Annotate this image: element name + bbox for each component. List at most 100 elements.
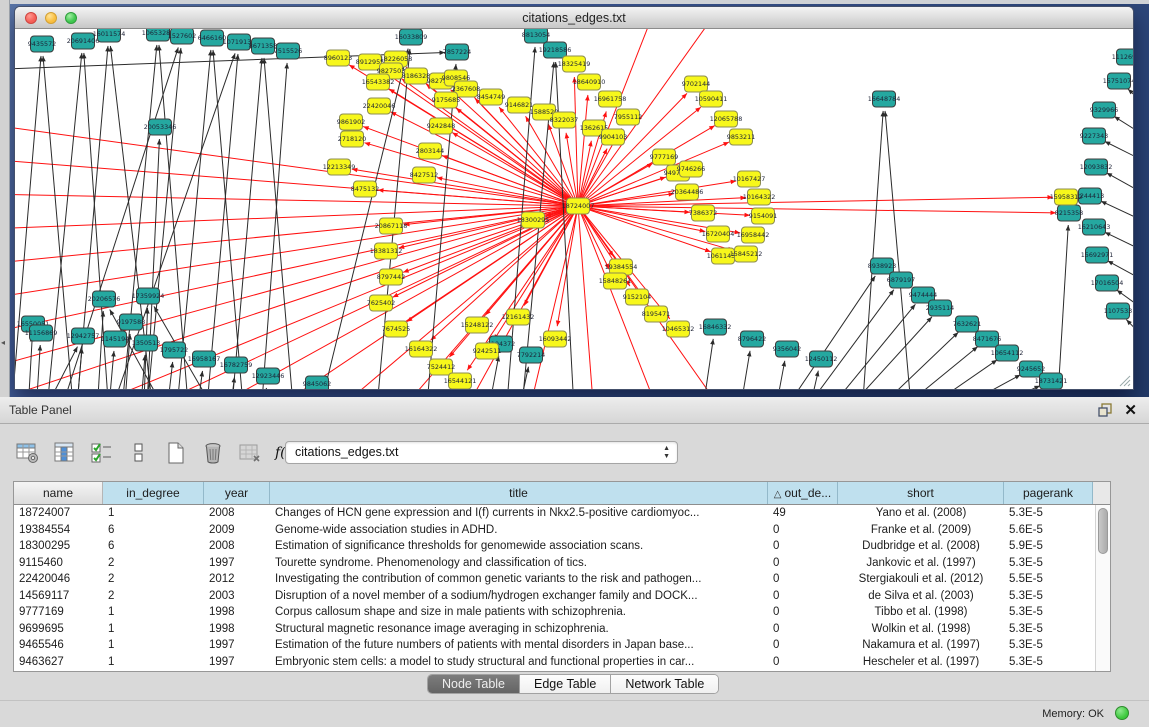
table-row[interactable]: 969969511998Structural magnetic resonanc… (14, 621, 1110, 638)
graph-node[interactable]: 12161432 (502, 309, 535, 325)
resize-grip[interactable] (1117, 373, 1131, 387)
graph-node[interactable]: 17359924 (132, 288, 165, 304)
graph-node[interactable]: 16164322 (405, 341, 438, 357)
graph-node[interactable]: 20053346 (144, 119, 177, 135)
graph-node[interactable]: 9853211 (727, 129, 755, 145)
delete-table-button[interactable] (236, 440, 264, 466)
column-header-pagerank[interactable]: pagerank (1004, 482, 1093, 504)
table-selector-dropdown[interactable]: citations_edges.txt ▲▼ (285, 441, 678, 464)
column-header-short[interactable]: short (838, 482, 1004, 504)
graph-node[interactable]: 9702144 (682, 76, 710, 92)
table-row[interactable]: 1872400712008Changes of HCN gene express… (14, 505, 1110, 522)
table-mode-button[interactable] (14, 440, 42, 466)
graph-node[interactable]: 16093442 (539, 331, 572, 347)
graph-node[interactable]: 9861902 (337, 114, 365, 130)
graph-node[interactable]: 8813054 (522, 29, 550, 43)
graph-node[interactable]: 2718120 (338, 131, 366, 147)
graph-node[interactable]: 8475132 (351, 181, 379, 197)
graph-node[interactable]: 22420046 (363, 98, 396, 114)
graph-node[interactable]: 8195471 (642, 306, 670, 322)
graph-node[interactable]: 9154091 (749, 208, 777, 224)
graph-node[interactable]: 20867118 (375, 218, 408, 234)
graph-node[interactable]: 7515526 (274, 43, 302, 59)
column-header-year[interactable]: year (204, 482, 270, 504)
graph-node[interactable]: 15692971 (1081, 247, 1114, 263)
graph-node[interactable]: 1795722 (160, 342, 188, 358)
close-window-button[interactable] (25, 12, 37, 24)
graph-node[interactable]: 16958442 (737, 227, 770, 243)
divider-collapse-arrow-icon[interactable]: ◂ (1, 338, 5, 347)
select-all-button[interactable] (88, 440, 116, 466)
graph-node[interactable]: 20206576 (88, 291, 121, 307)
graph-node[interactable]: 1107533 (1104, 303, 1132, 319)
float-panel-icon[interactable] (1097, 402, 1113, 418)
graph-node[interactable]: 18731421 (1035, 373, 1068, 389)
graph-node[interactable]: 16648784 (868, 91, 901, 107)
graph-node[interactable]: 12065788 (710, 111, 743, 127)
table-scrollbar-thumb[interactable] (1098, 508, 1108, 554)
graph-node[interactable]: 9197588 (117, 314, 145, 330)
graph-node[interactable]: 1145194 (101, 331, 129, 347)
graph-node[interactable]: 16033809 (395, 29, 428, 45)
graph-node[interactable]: 18325419 (558, 56, 591, 72)
close-panel-icon[interactable]: ✕ (1124, 401, 1137, 419)
graph-node[interactable]: 7792214 (517, 347, 545, 363)
graph-node[interactable]: 9242848 (427, 118, 455, 134)
graph-node[interactable]: 7386372 (689, 205, 717, 221)
graph-node[interactable]: 11126998 (1112, 49, 1133, 65)
delete-button[interactable] (199, 440, 227, 466)
zoom-window-button[interactable] (65, 12, 77, 24)
graph-node[interactable]: 16846332 (699, 319, 732, 335)
graph-node[interactable]: 16958167 (188, 351, 221, 367)
graph-node[interactable]: 9904103 (599, 129, 627, 145)
deselect-all-button[interactable] (125, 440, 153, 466)
graph-node[interactable]: 9227343 (1080, 128, 1108, 144)
graph-node[interactable]: 18640910 (573, 74, 606, 90)
graph-node[interactable]: 6879197 (887, 272, 915, 288)
tab-edge-table[interactable]: Edge Table (520, 675, 611, 693)
graph-node[interactable]: 8796422 (738, 331, 766, 347)
graph-node[interactable]: 10167427 (733, 171, 766, 187)
table-row[interactable]: 2242004622012Investigating the contribut… (14, 571, 1110, 588)
graph-node[interactable]: 16782759 (220, 357, 253, 373)
graph-node[interactable]: 7674525 (382, 321, 410, 337)
network-window[interactable]: citations_edges.txt 94355722069140616011… (14, 6, 1134, 390)
table-row[interactable]: 1830029562008Estimation of significance … (14, 538, 1110, 555)
graph-node[interactable]: 12923446 (252, 368, 285, 384)
graph-node[interactable]: 16011574 (93, 29, 126, 42)
graph-node[interactable]: 16543382 (362, 74, 395, 90)
table-row[interactable]: 1456911722003Disruption of a novel membe… (14, 588, 1110, 605)
table-scrollbar[interactable] (1095, 505, 1110, 671)
graph-node[interactable]: 2935114 (926, 300, 954, 316)
graph-node[interactable]: 7857224 (443, 44, 471, 60)
graph-node[interactable]: 15848261 (599, 273, 632, 289)
graph-node[interactable]: 15958312 (1050, 189, 1083, 205)
graph-node[interactable]: 12093832 (1080, 159, 1113, 175)
table-row[interactable]: 977716911998Corpus callosum shape and si… (14, 604, 1110, 621)
show-column-button[interactable] (51, 440, 79, 466)
graph-node[interactable]: 10654112 (991, 345, 1024, 361)
graph-node[interactable]: 8454749 (477, 89, 505, 105)
graph-node[interactable]: 10465312 (662, 321, 695, 337)
network-canvas[interactable]: 9435572206914061601157410653287152760264… (15, 29, 1133, 389)
graph-node[interactable]: 2803144 (416, 143, 444, 159)
column-header-out_de[interactable]: △out_de... (768, 482, 838, 504)
tab-network-table[interactable]: Network Table (611, 675, 718, 693)
graph-node[interactable]: 11156869 (25, 325, 58, 341)
table-row[interactable]: 946554611997Estimation of the future num… (14, 637, 1110, 654)
column-header-in_degree[interactable]: in_degree (103, 482, 204, 504)
graph-node[interactable]: 7625402 (367, 295, 395, 311)
column-header-title[interactable]: title (270, 482, 768, 504)
graph-node[interactable]: 18724007 (562, 198, 595, 214)
graph-node[interactable]: 10164322 (743, 189, 776, 205)
graph-node[interactable]: 16210643 (1078, 219, 1111, 235)
graph-node[interactable]: 12942757 (67, 328, 100, 344)
graph-node[interactable]: 9329966 (1090, 102, 1118, 118)
graph-node[interactable]: 9175685 (432, 92, 460, 108)
graph-node[interactable]: 15751074 (1103, 73, 1133, 89)
minimize-window-button[interactable] (45, 12, 57, 24)
graph-node[interactable]: 7632621 (953, 316, 981, 332)
graph-node[interactable]: 8960123 (324, 50, 352, 66)
graph-node[interactable]: 16720404 (702, 226, 735, 242)
table-row[interactable]: 946362711997Embryonic stem cells: a mode… (14, 654, 1110, 671)
